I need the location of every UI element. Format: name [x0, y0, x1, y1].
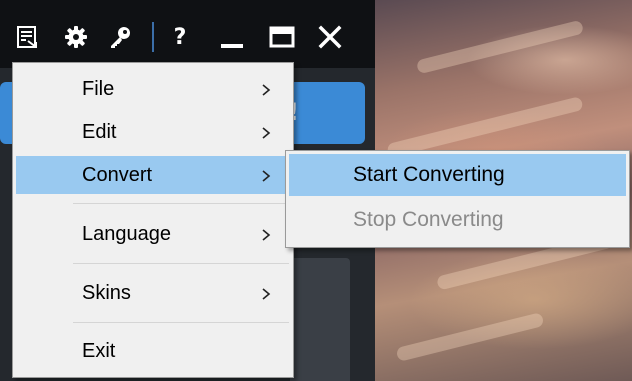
chevron-right-icon	[262, 288, 271, 300]
chevron-right-icon	[262, 84, 271, 96]
list-check-icon[interactable]	[14, 22, 42, 52]
close-icon[interactable]	[316, 22, 344, 52]
chevron-right-icon	[262, 127, 271, 139]
menu-item-label: Skins	[82, 281, 131, 304]
chevron-right-icon	[262, 170, 271, 182]
submenu-item-start-converting[interactable]: Start Converting	[289, 154, 626, 196]
help-icon[interactable]: ?	[166, 22, 194, 52]
gear-icon[interactable]	[62, 22, 90, 52]
submenu-item-stop-converting[interactable]: Stop Converting	[289, 199, 626, 241]
menu-item-exit[interactable]: Exit	[16, 332, 290, 370]
menu-item-label: Exit	[82, 339, 116, 362]
menu-item-convert[interactable]: Convert	[16, 156, 290, 194]
wallpaper-streak	[415, 19, 585, 75]
maximize-icon[interactable]	[268, 22, 296, 52]
titlebar-separator	[152, 22, 154, 52]
menu-item-language[interactable]: Language	[16, 215, 290, 253]
background-panel	[290, 258, 350, 381]
minimize-icon[interactable]	[218, 22, 246, 52]
menu-item-file[interactable]: File	[16, 70, 290, 108]
menu-separator	[73, 203, 289, 204]
menu-item-label: Convert	[82, 163, 153, 186]
help-label: ?	[173, 24, 187, 50]
key-icon[interactable]	[106, 22, 134, 52]
menu-item-label: Edit	[82, 120, 117, 143]
submenu-item-label: Start Converting	[353, 163, 505, 186]
submenu-item-label: Stop Converting	[353, 208, 504, 231]
wallpaper-streak	[395, 312, 545, 362]
menu-item-label: Language	[82, 222, 171, 245]
menu-item-edit[interactable]: Edit	[16, 113, 290, 151]
wallpaper-streak	[386, 96, 584, 158]
menu-item-skins[interactable]: Skins	[16, 274, 290, 312]
menu-item-label: File	[82, 77, 115, 100]
convert-submenu: Start Converting Stop Converting	[285, 150, 630, 248]
menu-separator	[73, 263, 289, 264]
main-menu: File Edit Convert Language Skins Exit	[12, 62, 294, 378]
menu-separator	[73, 322, 289, 323]
chevron-right-icon	[262, 229, 271, 241]
